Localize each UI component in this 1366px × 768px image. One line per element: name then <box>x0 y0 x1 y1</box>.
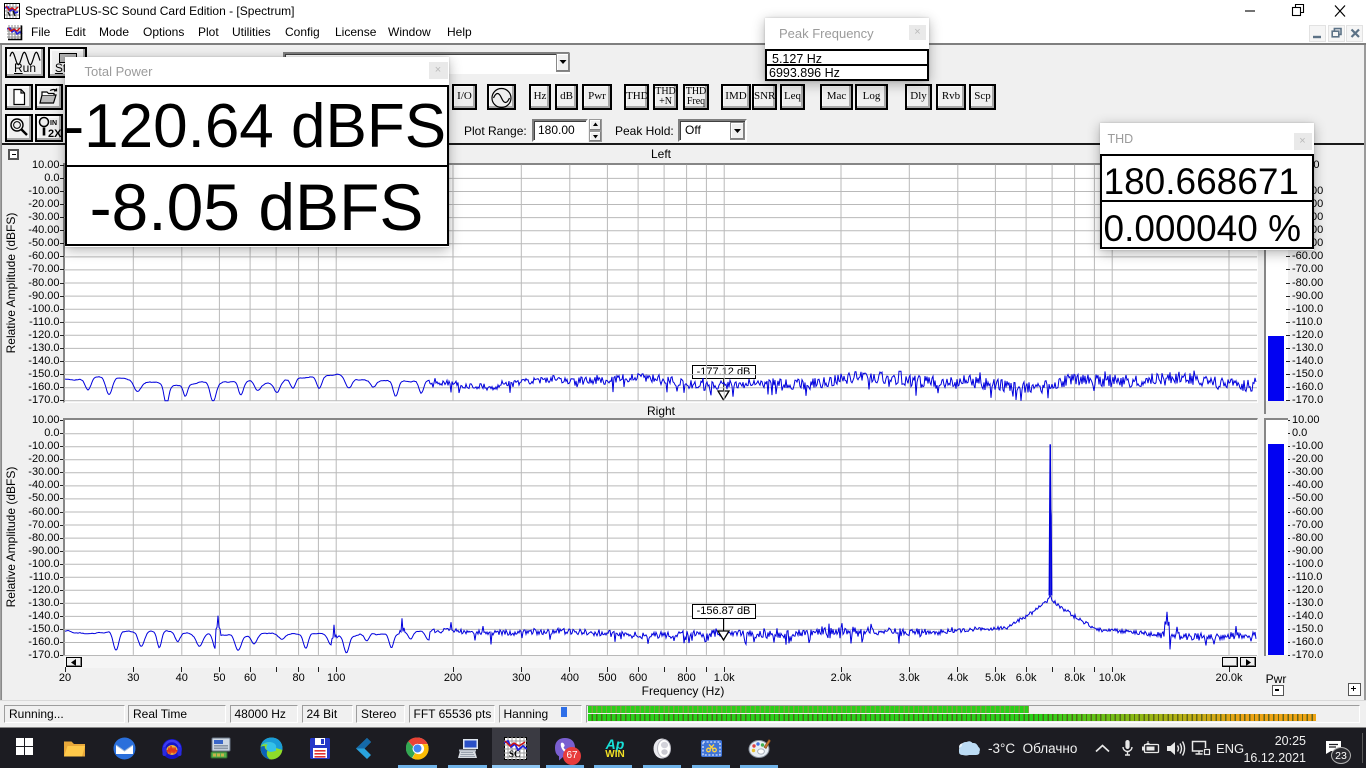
svg-text:SC: SC <box>509 749 521 759</box>
